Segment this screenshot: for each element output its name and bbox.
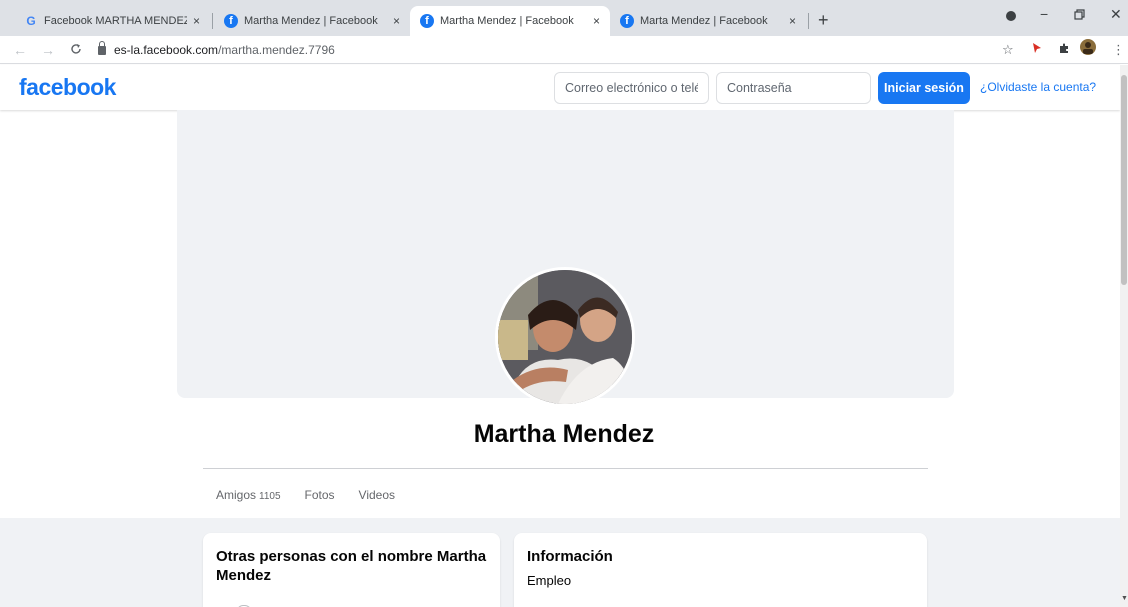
close-icon[interactable]: × — [789, 14, 796, 28]
lock-icon — [98, 41, 106, 55]
url-path: /martha.mendez.7796 — [218, 42, 335, 57]
forward-arrow-icon[interactable]: → — [40, 42, 56, 58]
reload-icon[interactable] — [68, 42, 84, 58]
info-title: Información — [527, 548, 613, 565]
tab-separator — [212, 13, 213, 29]
profile-tabs: Amigos 1105 Fotos Videos — [216, 488, 419, 502]
restore-icon[interactable] — [1074, 7, 1085, 23]
other-people-card: Otras personas con el nombre Martha Mend… — [203, 533, 500, 607]
new-tab-button[interactable]: + — [818, 10, 829, 31]
browser-tab-2[interactable]: f Martha Mendez | Facebook × — [214, 6, 410, 36]
facebook-header: facebook Iniciar sesión ¿Olvidaste la cu… — [0, 65, 1120, 110]
tab-title: Facebook MARTHA MENDEZ SOC — [44, 15, 187, 27]
info-employment: Empleo — [527, 573, 572, 588]
facebook-icon: f — [224, 14, 238, 28]
profile-circle-icon[interactable] — [1005, 9, 1017, 25]
profile-divider — [203, 468, 928, 469]
tab-title: Martha Mendez | Facebook — [244, 15, 378, 27]
extensions-puzzle-icon[interactable] — [1058, 42, 1070, 57]
profile-picture[interactable] — [495, 267, 635, 407]
address-bar: ← → es-la.facebook.com/martha.mendez.779… — [0, 36, 1128, 64]
info-card: Información Empleo — [514, 533, 927, 607]
back-arrow-icon[interactable]: ← — [12, 42, 28, 58]
profile-avatar-icon[interactable] — [1080, 39, 1096, 58]
google-icon: G — [26, 14, 36, 28]
friends-count: 1105 — [259, 491, 281, 502]
browser-tab-1[interactable]: G Facebook MARTHA MENDEZ SOC × — [14, 6, 210, 36]
profile-name: Martha Mendez — [473, 420, 655, 448]
facebook-icon: f — [620, 14, 634, 28]
tab-title: Marta Mendez | Facebook — [640, 15, 768, 27]
extension-red-icon[interactable] — [1032, 42, 1042, 57]
browser-tab-4[interactable]: f Marta Mendez | Facebook × — [610, 6, 806, 36]
url-field[interactable]: es-la.facebook.com/martha.mendez.7796 — [98, 41, 335, 57]
forgot-account-link[interactable]: ¿Olvidaste la cuenta? — [980, 80, 1096, 94]
close-icon[interactable]: × — [593, 14, 600, 28]
tab-label: Amigos — [216, 488, 257, 502]
bookmark-star-icon[interactable]: ☆ — [1002, 42, 1014, 58]
browser-tab-3-active[interactable]: f Martha Mendez | Facebook × — [410, 6, 610, 36]
facebook-logo[interactable]: facebook — [19, 74, 116, 101]
tab-title: Martha Mendez | Facebook — [440, 15, 574, 27]
browser-menu-icon[interactable]: ⋮ — [1112, 42, 1125, 58]
tab-separator — [808, 13, 809, 29]
browser-tab-bar: G Facebook MARTHA MENDEZ SOC × f Martha … — [0, 0, 1128, 36]
password-input[interactable] — [716, 72, 871, 104]
email-input[interactable] — [554, 72, 709, 104]
window-close-icon[interactable]: ✕ — [1110, 6, 1122, 23]
other-people-title: Otras personas con el nombre Martha Mend… — [216, 548, 487, 584]
close-icon[interactable]: × — [393, 14, 400, 28]
login-button[interactable]: Iniciar sesión — [878, 72, 970, 104]
scroll-down-icon[interactable]: ▼ — [1121, 595, 1128, 602]
tab-friends[interactable]: Amigos 1105 — [216, 488, 281, 502]
tab-photos[interactable]: Fotos — [305, 488, 335, 502]
close-icon[interactable]: × — [193, 14, 200, 28]
scrollbar-thumb[interactable] — [1121, 75, 1127, 285]
minimize-icon[interactable]: − — [1040, 6, 1048, 22]
facebook-icon: f — [420, 14, 434, 28]
tab-videos[interactable]: Videos — [359, 488, 395, 502]
url-host: es-la.facebook.com — [114, 42, 219, 57]
